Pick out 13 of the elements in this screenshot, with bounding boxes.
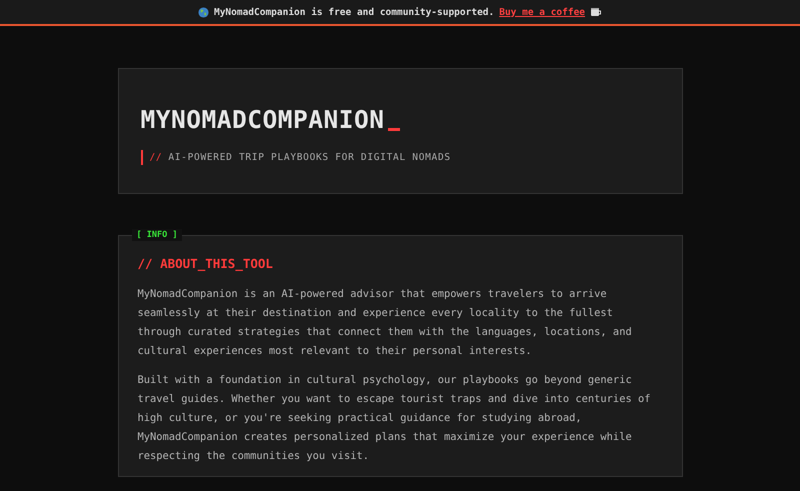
subtitle: AI-POWERED TRIP PLAYBOOKS FOR DIGITAL NOMADS <box>168 152 451 163</box>
coffee-cup-icon <box>590 7 602 17</box>
globe-icon <box>198 6 209 18</box>
coffee-link[interactable]: Buy me a coffee <box>499 6 586 18</box>
paragraph: MyNomadCompanion is an AI-powered advisor that empowers travelers to arrive seamlessly at their destination and experience every locality to the fullest through curated strategies that connect them with the languages, locations, and cultural experiences most relevant to their personal interests. <box>138 287 633 359</box>
paragraph: Built with a foundation in cultural psychology, our playbooks go beyond generic travel guides. Whether you want to escape tourist traps and dive into centuries of high culture, or you're seeking practical guidance for studying abroad, MyNomadCompanion creates personalized plans that maximize your experience while respecting the communities you visit. <box>138 373 652 464</box>
subtitle-prefix: // <box>150 152 162 163</box>
info-tag: [ INFO ] <box>132 229 182 241</box>
accent-bar <box>140 150 142 165</box>
site-title: MYNOMADCOMPANION <box>140 105 385 135</box>
cursor-icon <box>388 128 400 131</box>
banner-text: MyNomadCompanion is free and community-supported. <box>214 6 494 18</box>
section-heading: // ABOUT_THIS_TOOL <box>138 256 274 271</box>
